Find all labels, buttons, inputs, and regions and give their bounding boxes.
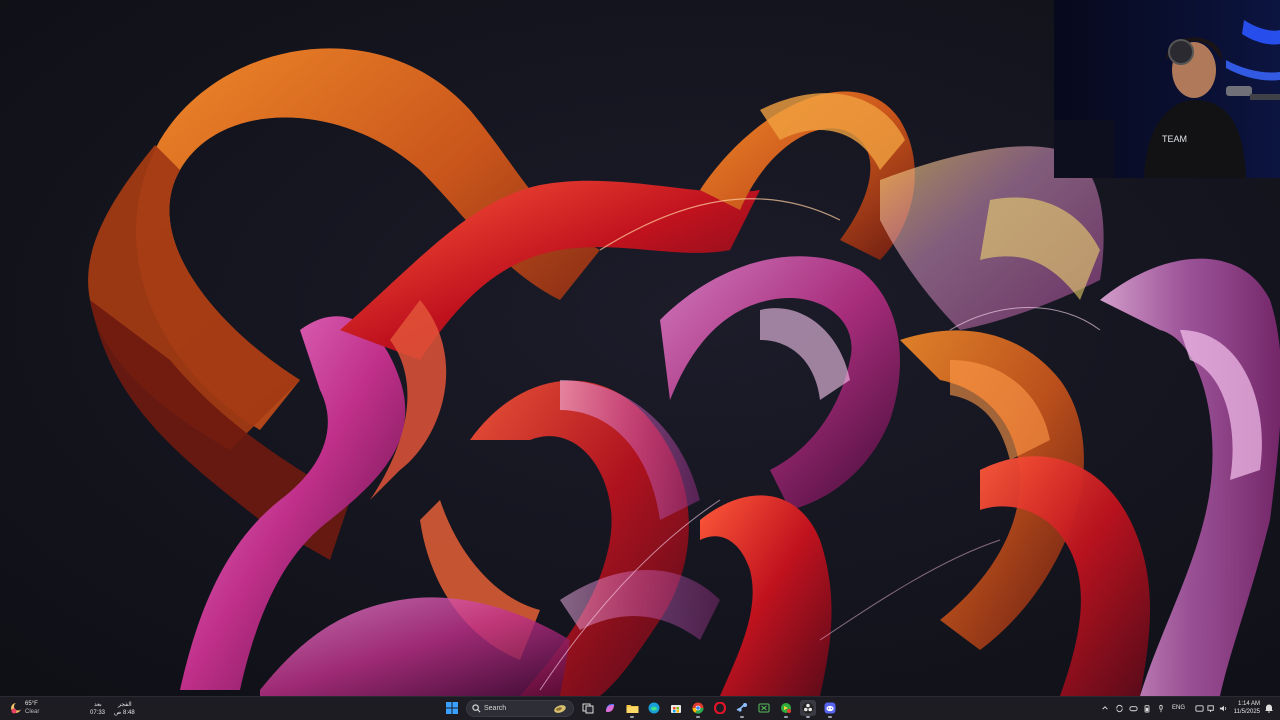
tray-sync[interactable]: [1114, 702, 1124, 714]
speaker-icon: [1194, 704, 1204, 712]
discord-icon: [824, 702, 836, 714]
weather-condition: Clear: [25, 709, 40, 715]
xbox-button[interactable]: [756, 700, 772, 716]
game-app-icon: [781, 703, 791, 713]
volume-icon: [1219, 705, 1226, 711]
svg-text:TEAM: TEAM: [1162, 134, 1187, 144]
network-icon: [1206, 704, 1214, 712]
tray-battery[interactable]: [1142, 702, 1152, 714]
opera-icon: [714, 702, 726, 714]
desktop[interactable]: TEAM: [0, 0, 1280, 696]
tray-volume[interactable]: [1218, 702, 1228, 714]
obs-button[interactable]: [800, 700, 816, 718]
language-indicator[interactable]: ENG: [1172, 705, 1185, 711]
folder-icon: [626, 705, 638, 713]
taskbar-search-box[interactable]: Search: [466, 700, 574, 717]
copilot-icon: [606, 704, 614, 712]
mic-icon: [1159, 704, 1163, 712]
tray-speaker[interactable]: [1194, 702, 1204, 714]
show-hidden-icons-button[interactable]: [1100, 702, 1110, 714]
windows-logo-icon: [446, 702, 458, 714]
tray-gamepad[interactable]: [1128, 702, 1138, 714]
obs-icon: [802, 702, 814, 714]
microsoft-store-button[interactable]: [668, 700, 684, 716]
notification-bell-icon[interactable]: [1264, 703, 1274, 713]
file-explorer-button[interactable]: [624, 700, 640, 718]
prayer-time: 8:48: [123, 710, 135, 716]
clock-time: 1:14 AM: [1237, 701, 1260, 707]
weather-temperature: 65°F: [25, 701, 38, 707]
task-view-button[interactable]: [580, 700, 596, 716]
clock[interactable]: 1:14 AM 11/5/2025: [1234, 700, 1260, 716]
clock-date: 11/5/2025: [1233, 709, 1260, 715]
prayer-times-widget[interactable]: بعد 07:33 الفجر ص 8:48: [86, 700, 146, 718]
steam-button[interactable]: [734, 700, 750, 718]
start-button[interactable]: [444, 700, 460, 716]
taskbar-apps: Search: [440, 697, 840, 720]
tray-network[interactable]: [1206, 702, 1216, 714]
prayer-period: ص: [114, 710, 122, 716]
weather-moon-icon: [11, 702, 22, 714]
prayer-remaining-time: 07:33: [90, 710, 106, 716]
search-placeholder: Search: [484, 705, 507, 712]
edge-icon: [648, 702, 660, 714]
prayer-remaining-label: بعد: [94, 702, 102, 708]
copilot-button[interactable]: [602, 700, 618, 716]
sync-icon: [1115, 704, 1123, 712]
game-app-button[interactable]: [778, 700, 794, 718]
gamepad-icon: [1128, 705, 1138, 711]
weather-widget[interactable]: 65°F Clear: [8, 699, 58, 718]
xbox-icon: [758, 703, 770, 713]
search-icon: [472, 704, 481, 713]
edge-button[interactable]: [646, 700, 662, 716]
opera-button[interactable]: [712, 700, 728, 716]
discord-button[interactable]: [822, 700, 838, 718]
webcam-overlay: TEAM: [1054, 0, 1280, 178]
prayer-name: الفجر: [118, 702, 132, 708]
search-highlight-icon: [554, 705, 566, 713]
chrome-icon: [692, 702, 704, 714]
chrome-button[interactable]: [690, 700, 706, 718]
system-tray: ENG 1:14 AM 11/5/2025: [1090, 697, 1280, 720]
taskbar: 65°F Clear بعد 07:33 الفجر ص 8:48 Search: [0, 696, 1280, 720]
chevron-up-icon: [1102, 706, 1108, 710]
store-icon: [671, 705, 681, 713]
battery-icon: [1144, 704, 1150, 712]
tray-microphone[interactable]: [1156, 702, 1166, 714]
task-view-icon: [582, 703, 594, 714]
steam-icon: [736, 703, 747, 712]
